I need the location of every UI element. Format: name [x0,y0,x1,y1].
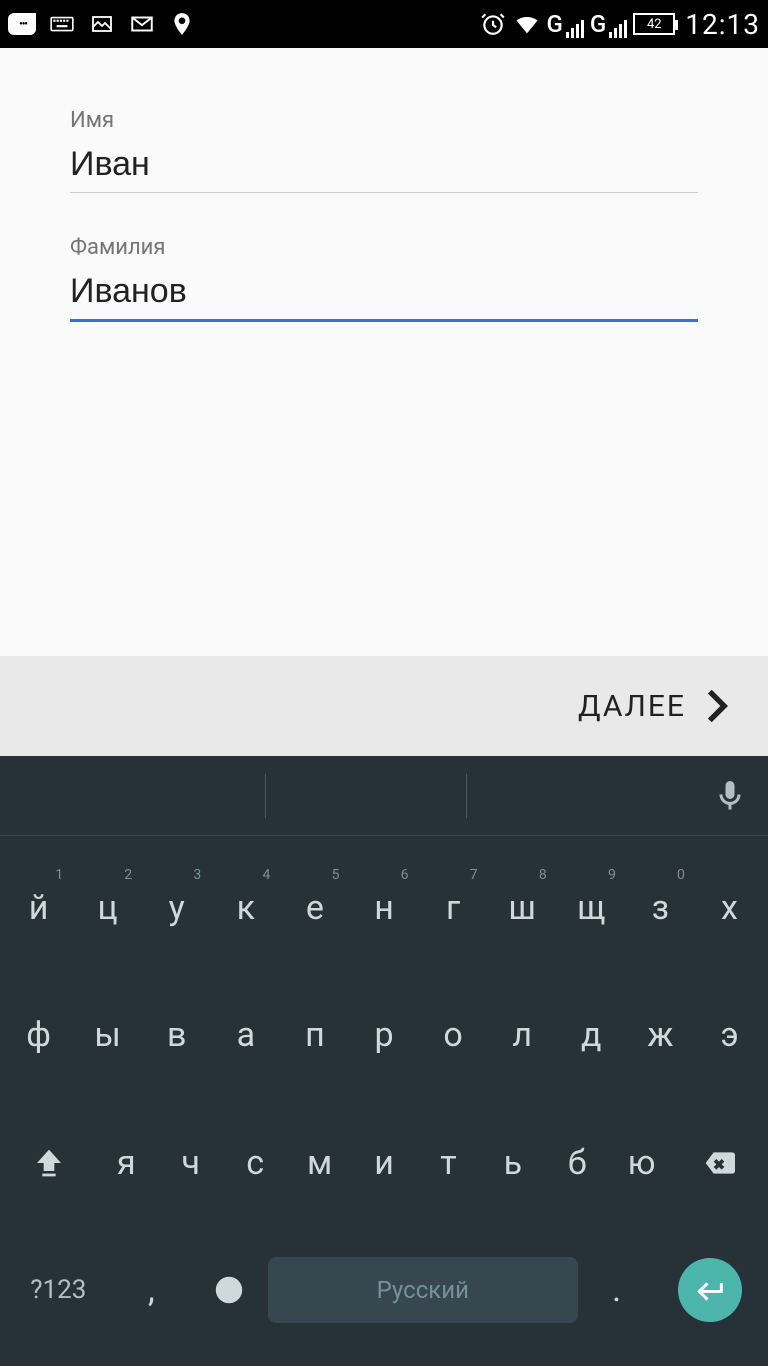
first-name-field: Имя [70,108,698,193]
space-key-label: Русский [268,1257,578,1323]
language-key[interactable] [190,1243,268,1337]
last-name-field: Фамилия [70,235,698,322]
wifi-icon [513,10,541,38]
enter-icon [693,1273,727,1307]
suggestion-divider [265,774,266,818]
key-ь[interactable]: ь [481,1116,545,1210]
keyboard-notif-icon [48,10,76,38]
next-button[interactable]: ДАЛЕЕ [578,688,728,724]
key-г[interactable]: г7 [419,861,488,955]
status-bar: ••• G G 42 12:13 [0,0,768,48]
key-б[interactable]: б [545,1116,609,1210]
key-х[interactable]: х [695,861,764,955]
key-т[interactable]: т [416,1116,480,1210]
key-е[interactable]: е5 [280,861,349,955]
keyboard: й1ц2у3к4е5н6г7ш8щ9з0х фывапролджэ ячсмит… [0,756,768,1366]
key-ю[interactable]: ю [609,1116,673,1210]
network-2-icon: G [590,10,627,38]
comma-key[interactable]: , [113,1243,191,1337]
period-key[interactable]: . [578,1243,656,1337]
mail-notif-icon [128,10,156,38]
key-з[interactable]: з0 [626,861,695,955]
key-л[interactable]: л [488,988,557,1082]
backspace-key[interactable] [674,1116,764,1210]
key-д[interactable]: д [557,988,626,1082]
last-name-label: Фамилия [70,235,698,260]
next-button-label: ДАЛЕЕ [578,689,686,724]
key-н[interactable]: н6 [349,861,418,955]
key-ч[interactable]: ч [159,1116,223,1210]
keyboard-row-1: й1ц2у3к4е5н6г7ш8щ9з0х [4,861,764,955]
clock: 12:13 [685,8,760,41]
keyboard-row-4: ?123 , Русский . [4,1243,764,1337]
key-р[interactable]: р [349,988,418,1082]
battery-icon: 42 [633,13,675,35]
key-и[interactable]: и [352,1116,416,1210]
first-name-input[interactable] [70,141,698,193]
action-bar: ДАЛЕЕ [0,656,768,756]
notification-badge-icon: ••• [8,10,36,38]
key-у[interactable]: у3 [142,861,211,955]
key-ф[interactable]: ф [4,988,73,1082]
first-name-label: Имя [70,108,698,133]
keyboard-row-2: фывапролджэ [4,988,764,1082]
image-notif-icon [88,10,116,38]
key-а[interactable]: а [211,988,280,1082]
alarm-icon [479,10,507,38]
key-ж[interactable]: ж [626,988,695,1082]
key-й[interactable]: й1 [4,861,73,955]
key-в[interactable]: в [142,988,211,1082]
keyboard-row-3: ячсмитьбю [4,1116,764,1210]
key-э[interactable]: э [695,988,764,1082]
key-м[interactable]: м [287,1116,351,1210]
enter-key[interactable] [655,1243,764,1337]
location-notif-icon [168,10,196,38]
form-content: Имя Фамилия [0,48,768,656]
chevron-right-icon [706,688,728,724]
key-о[interactable]: о [419,988,488,1082]
symbols-key[interactable]: ?123 [4,1243,113,1337]
network-1-icon: G [547,10,584,38]
key-я[interactable]: я [94,1116,158,1210]
key-ц[interactable]: ц2 [73,861,142,955]
key-с[interactable]: с [223,1116,287,1210]
keyboard-suggestion-bar [0,756,768,836]
mic-icon[interactable] [712,778,748,814]
key-п[interactable]: п [280,988,349,1082]
shift-key[interactable] [4,1116,94,1210]
space-key[interactable]: Русский [268,1243,578,1337]
key-к[interactable]: к4 [211,861,280,955]
suggestion-divider [466,774,467,818]
key-щ[interactable]: щ9 [557,861,626,955]
key-ш[interactable]: ш8 [488,861,557,955]
last-name-input[interactable] [70,268,698,322]
key-ы[interactable]: ы [73,988,142,1082]
